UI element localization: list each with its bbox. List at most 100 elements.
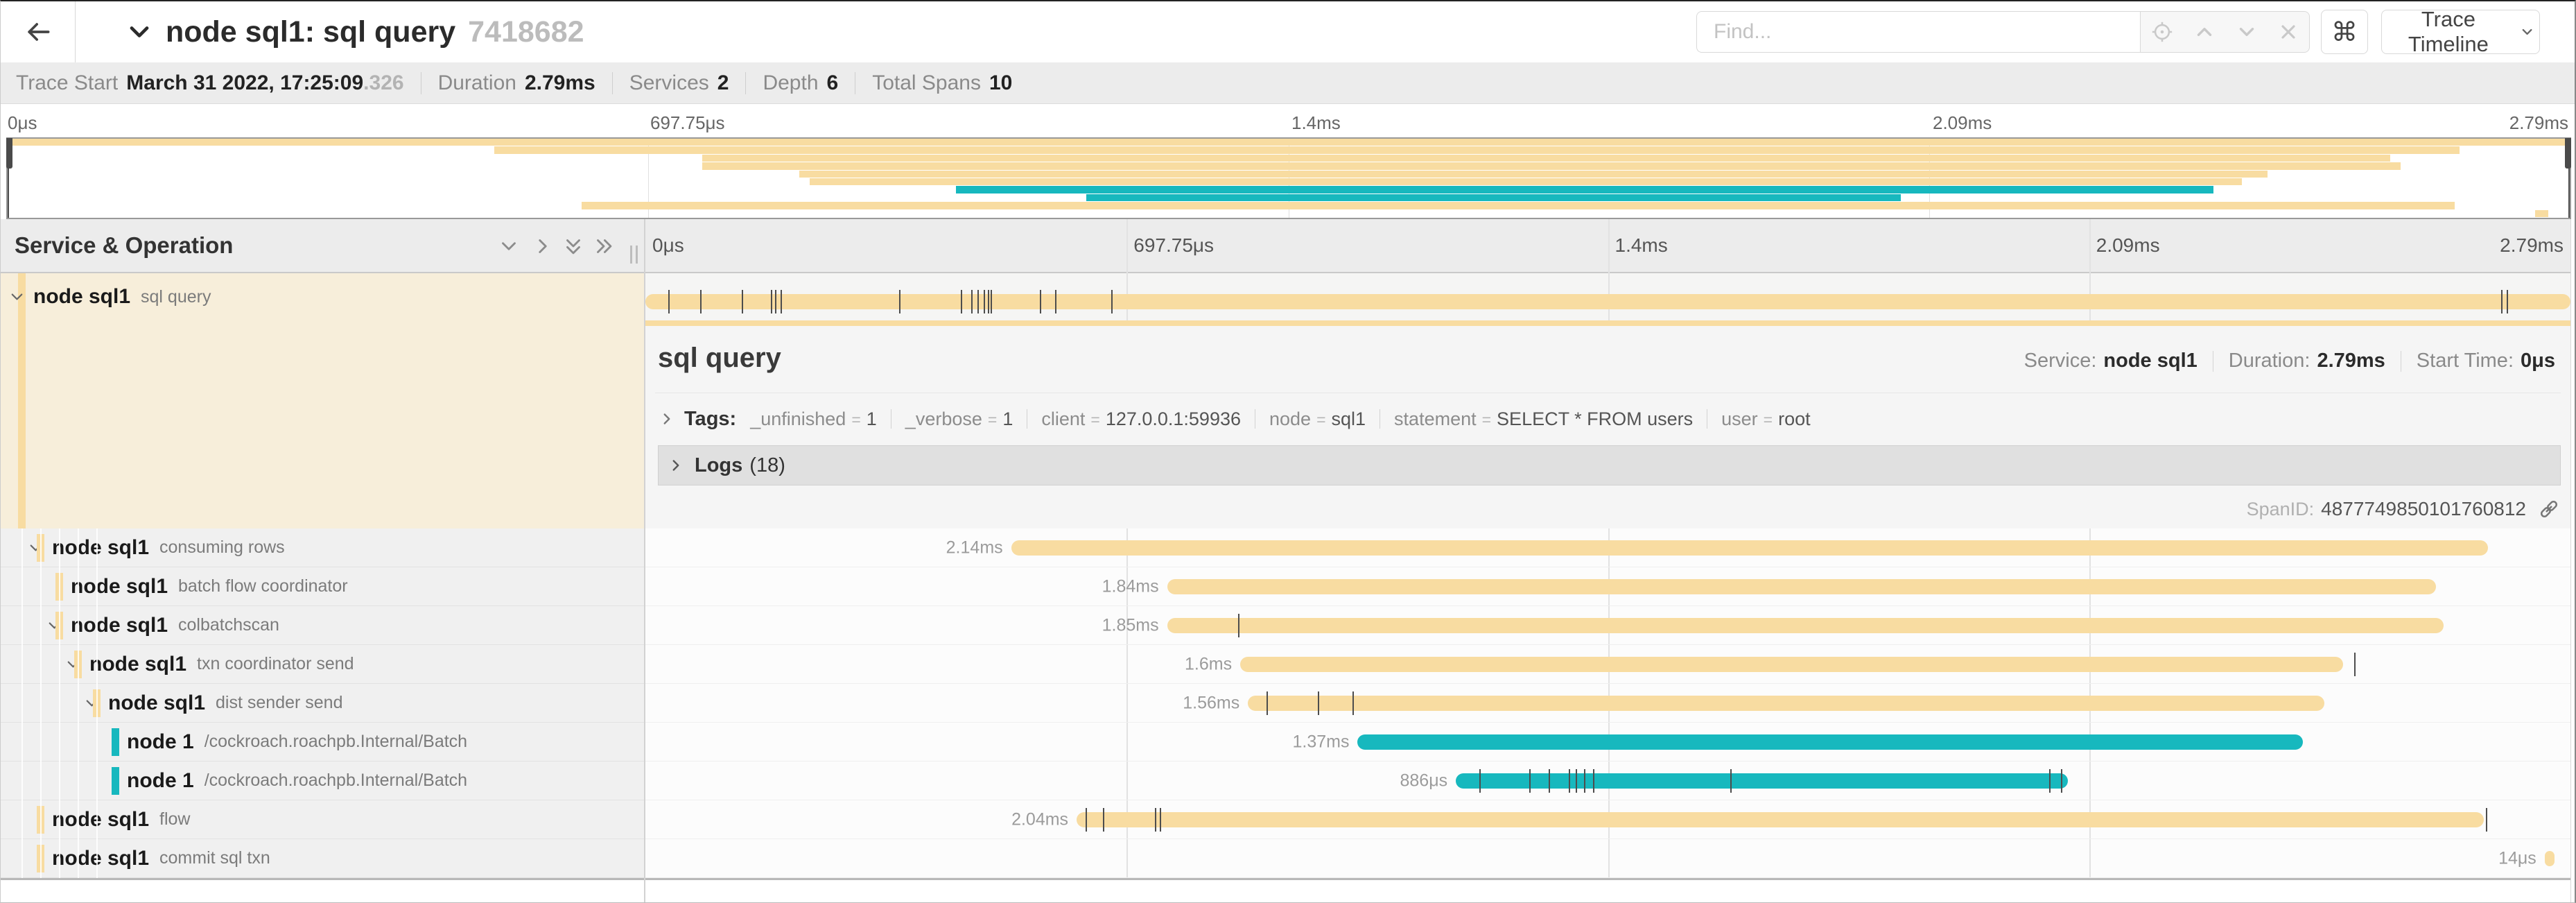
span-bar[interactable] bbox=[1357, 734, 2303, 750]
span-bar-row[interactable]: 1.37ms bbox=[645, 723, 2570, 762]
log-marker[interactable] bbox=[700, 290, 702, 313]
service-name: node sql1 bbox=[89, 653, 186, 676]
log-marker[interactable] bbox=[2501, 290, 2503, 313]
log-marker[interactable] bbox=[899, 290, 900, 313]
log-marker[interactable] bbox=[1479, 769, 1481, 793]
collapse-one-icon[interactable] bbox=[497, 234, 521, 258]
span-bar-row[interactable]: 1.85ms bbox=[645, 606, 2570, 645]
span-bar-row[interactable]: 1.56ms bbox=[645, 684, 2570, 723]
log-marker[interactable] bbox=[1086, 808, 1087, 832]
log-marker[interactable] bbox=[988, 290, 989, 313]
log-marker[interactable] bbox=[775, 290, 776, 313]
expand-all-icon[interactable] bbox=[592, 234, 616, 258]
minimap-row bbox=[8, 162, 2570, 170]
column-resizer-grip[interactable] bbox=[630, 246, 638, 264]
span-bar[interactable] bbox=[1077, 812, 2484, 827]
expand-one-icon[interactable] bbox=[531, 234, 555, 258]
tag-equals: = bbox=[1316, 411, 1325, 429]
find-input[interactable] bbox=[1696, 11, 2140, 53]
clear-search-button[interactable] bbox=[2277, 21, 2299, 43]
tree-row[interactable]: node sql1sql query bbox=[1, 273, 645, 320]
log-marker[interactable] bbox=[1155, 808, 1156, 832]
log-marker[interactable] bbox=[1593, 769, 1594, 793]
minimap-span-bar bbox=[2535, 210, 2548, 217]
indent-guide bbox=[59, 528, 60, 878]
log-marker[interactable] bbox=[742, 290, 743, 313]
span-bar-row[interactable]: 14μs bbox=[645, 839, 2570, 878]
log-marker[interactable] bbox=[1576, 769, 1577, 793]
span-bar[interactable] bbox=[1240, 657, 2343, 672]
overview-ruler-tick-label: 2.09ms bbox=[1933, 112, 1992, 134]
log-marker[interactable] bbox=[1238, 614, 1239, 637]
log-marker[interactable] bbox=[1055, 290, 1056, 313]
title-collapse-chevron-icon[interactable] bbox=[124, 17, 155, 47]
copy-link-button[interactable] bbox=[2537, 497, 2561, 521]
service-name: node sql1 bbox=[33, 285, 130, 309]
span-bar-row[interactable]: 1.6ms bbox=[645, 645, 2570, 684]
logs-count: (18) bbox=[749, 454, 785, 477]
log-marker[interactable] bbox=[1584, 769, 1585, 793]
logs-accordion[interactable]: Logs (18) bbox=[658, 445, 2561, 485]
log-marker[interactable] bbox=[2049, 769, 2051, 793]
span-bar[interactable] bbox=[1167, 579, 2436, 594]
span-bar[interactable] bbox=[1248, 696, 2324, 711]
log-marker[interactable] bbox=[1040, 290, 1041, 313]
locate-match-button[interactable] bbox=[2150, 20, 2174, 44]
log-marker[interactable] bbox=[2507, 290, 2508, 313]
log-marker[interactable] bbox=[1267, 691, 1268, 715]
back-button[interactable] bbox=[23, 17, 53, 47]
tags-accordion[interactable]: Tags: _unfinished=1_verbose=1client=127.… bbox=[658, 398, 2561, 440]
log-marker[interactable] bbox=[2354, 653, 2356, 676]
span-bar[interactable] bbox=[1456, 773, 2068, 789]
log-marker[interactable] bbox=[961, 290, 962, 313]
span-bar-row[interactable]: 886μs bbox=[645, 762, 2570, 800]
log-marker[interactable] bbox=[1352, 691, 1354, 715]
timeline-overview[interactable] bbox=[6, 137, 2571, 219]
right-scrubber-handle[interactable] bbox=[2565, 138, 2571, 169]
column-divider[interactable] bbox=[644, 219, 645, 903]
tag-key: _verbose bbox=[905, 409, 982, 429]
log-marker[interactable] bbox=[668, 290, 670, 313]
detail-start-label: Start Time: bbox=[2417, 350, 2514, 372]
log-marker[interactable] bbox=[1103, 808, 1104, 832]
timeline-ruler-tick-label: 0μs bbox=[652, 219, 684, 272]
span-bar[interactable] bbox=[645, 294, 2570, 309]
overview-ruler-tick-label: 0μs bbox=[8, 112, 37, 134]
trace-start-millis: .326 bbox=[363, 71, 403, 95]
detail-duration-label: Duration: bbox=[2229, 350, 2310, 372]
keyboard-shortcuts-button[interactable]: ⌘ bbox=[2321, 10, 2368, 54]
operation-name: consuming rows bbox=[159, 538, 285, 558]
log-marker[interactable] bbox=[771, 290, 772, 313]
log-marker[interactable] bbox=[971, 290, 973, 313]
log-marker[interactable] bbox=[1160, 808, 1161, 832]
log-marker[interactable] bbox=[781, 290, 782, 313]
scrollbar-gutter[interactable] bbox=[2570, 219, 2576, 903]
span-bar-row[interactable] bbox=[645, 273, 2570, 320]
span-bar-row[interactable]: 2.14ms bbox=[645, 528, 2570, 567]
log-marker[interactable] bbox=[1318, 691, 1319, 715]
span-bar[interactable] bbox=[1011, 540, 2488, 556]
minimap-row bbox=[8, 186, 2570, 194]
collapse-all-icon[interactable] bbox=[562, 234, 585, 258]
log-marker[interactable] bbox=[1730, 769, 1732, 793]
log-marker[interactable] bbox=[984, 290, 985, 313]
left-scrubber-handle[interactable] bbox=[6, 138, 12, 169]
next-match-button[interactable] bbox=[2235, 20, 2259, 44]
service-name: node sql1 bbox=[52, 536, 149, 560]
log-marker[interactable] bbox=[2486, 808, 2487, 832]
log-marker[interactable] bbox=[1549, 769, 1550, 793]
log-marker[interactable] bbox=[1529, 769, 1531, 793]
prev-match-button[interactable] bbox=[2193, 20, 2216, 44]
log-marker[interactable] bbox=[2061, 769, 2062, 793]
span-bar-row[interactable]: 1.84ms bbox=[645, 567, 2570, 606]
log-marker[interactable] bbox=[977, 290, 979, 313]
log-marker[interactable] bbox=[1111, 290, 1113, 313]
log-marker[interactable] bbox=[1569, 769, 1570, 793]
span-expand-toggle[interactable] bbox=[8, 288, 26, 307]
span-bar-row[interactable]: 2.04ms bbox=[645, 800, 2570, 839]
view-select-button[interactable]: Trace Timeline bbox=[2381, 10, 2540, 54]
span-bar[interactable] bbox=[2545, 851, 2555, 866]
log-marker[interactable] bbox=[991, 290, 992, 313]
span-bar[interactable] bbox=[1167, 618, 2444, 633]
operation-name: txn coordinator send bbox=[197, 654, 354, 674]
